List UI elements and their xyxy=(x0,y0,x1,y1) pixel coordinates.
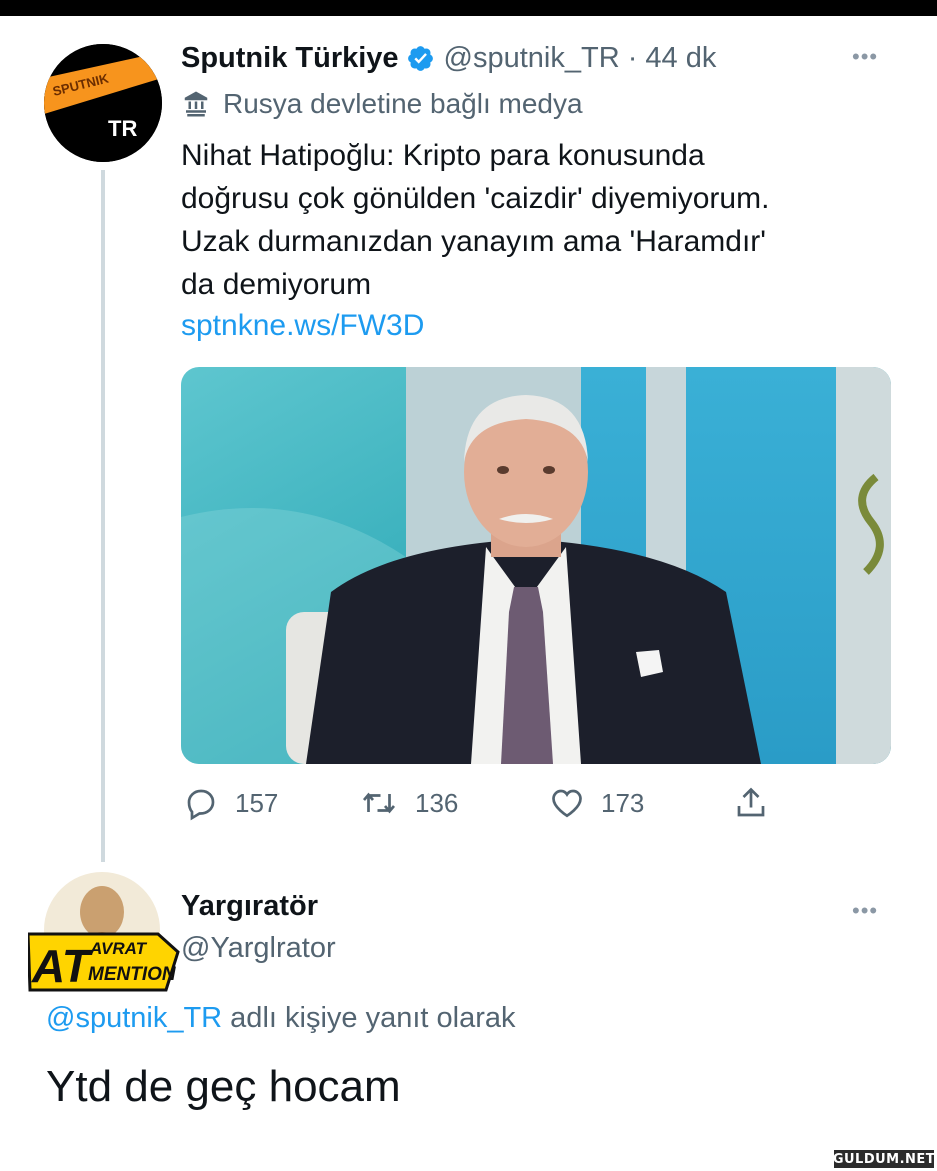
tweet-text-line: da demiyorum xyxy=(181,268,372,301)
yargirator-avatar[interactable]: AT AVRAT MENTION xyxy=(26,872,184,992)
state-media-label-text: Rusya devletine bağlı medya xyxy=(223,88,583,119)
replying-to: @sputnik_TR adlı kişiye yanıt olarak xyxy=(46,1002,515,1035)
avatar-at-text: AT xyxy=(31,940,94,992)
like-icon xyxy=(549,785,585,821)
avatar-avrat-text: AVRAT xyxy=(89,939,148,958)
like-count: 173 xyxy=(601,787,645,818)
reply-author-handle[interactable]: @Yarglrator xyxy=(181,932,336,965)
reply-more-options-icon[interactable]: ••• xyxy=(852,898,878,924)
avatar-tr-text: TR xyxy=(108,116,137,141)
top-bar xyxy=(0,0,937,16)
verified-icon xyxy=(406,44,435,73)
state-media-label[interactable]: Rusya devletine bağlı medya xyxy=(181,84,583,124)
retweet-icon xyxy=(359,785,399,821)
tweet-text-line: Uzak durmanızdan yanayım ama 'Haramdır' xyxy=(181,225,767,258)
tweet-media-image[interactable] xyxy=(181,367,891,764)
like-button[interactable]: 173 xyxy=(549,780,644,826)
tweet-header: Sputnik Türkiye @sputnik_TR · 44 dk xyxy=(181,36,716,80)
more-options-icon[interactable]: ••• xyxy=(852,44,878,70)
reply-author-name[interactable]: Yargıratör xyxy=(181,890,318,923)
reply-to-mention-link[interactable]: @sputnik_TR xyxy=(46,1002,222,1034)
thread-line xyxy=(101,170,105,862)
avatar-mention-text: MENTION xyxy=(88,964,177,985)
reply-text: Ytd de geç hocam xyxy=(46,1062,401,1111)
tweet-text-line: doğrusu çok gönülden 'caizdir' diyemiyor… xyxy=(181,182,770,215)
tweet-text: Nihat Hatipoğlu: Kripto para konusunda d… xyxy=(181,134,901,306)
share-button[interactable] xyxy=(733,780,769,826)
retweet-button[interactable]: 136 xyxy=(359,780,458,826)
reply-button[interactable]: 157 xyxy=(183,780,278,826)
retweet-count: 136 xyxy=(415,787,459,818)
sputnik-avatar[interactable]: SPUTNIK TR xyxy=(44,44,162,162)
reply-count: 157 xyxy=(235,787,279,818)
share-icon xyxy=(733,785,769,821)
tweet-text-line: Nihat Hatipoğlu: Kripto para konusunda xyxy=(181,139,705,172)
government-label-icon xyxy=(181,89,211,119)
tweet-actions: 157 136 173 xyxy=(181,780,801,826)
author-name[interactable]: Sputnik Türkiye xyxy=(181,42,399,75)
reply-icon xyxy=(183,785,219,821)
reply-to-suffix: adlı kişiye yanıt olarak xyxy=(222,1002,516,1034)
site-watermark: GULDUM.NET xyxy=(832,1150,936,1168)
author-handle-time[interactable]: @sputnik_TR · 44 dk xyxy=(444,42,717,75)
tweet-link[interactable]: sptnkne.ws/FW3D xyxy=(181,309,424,343)
